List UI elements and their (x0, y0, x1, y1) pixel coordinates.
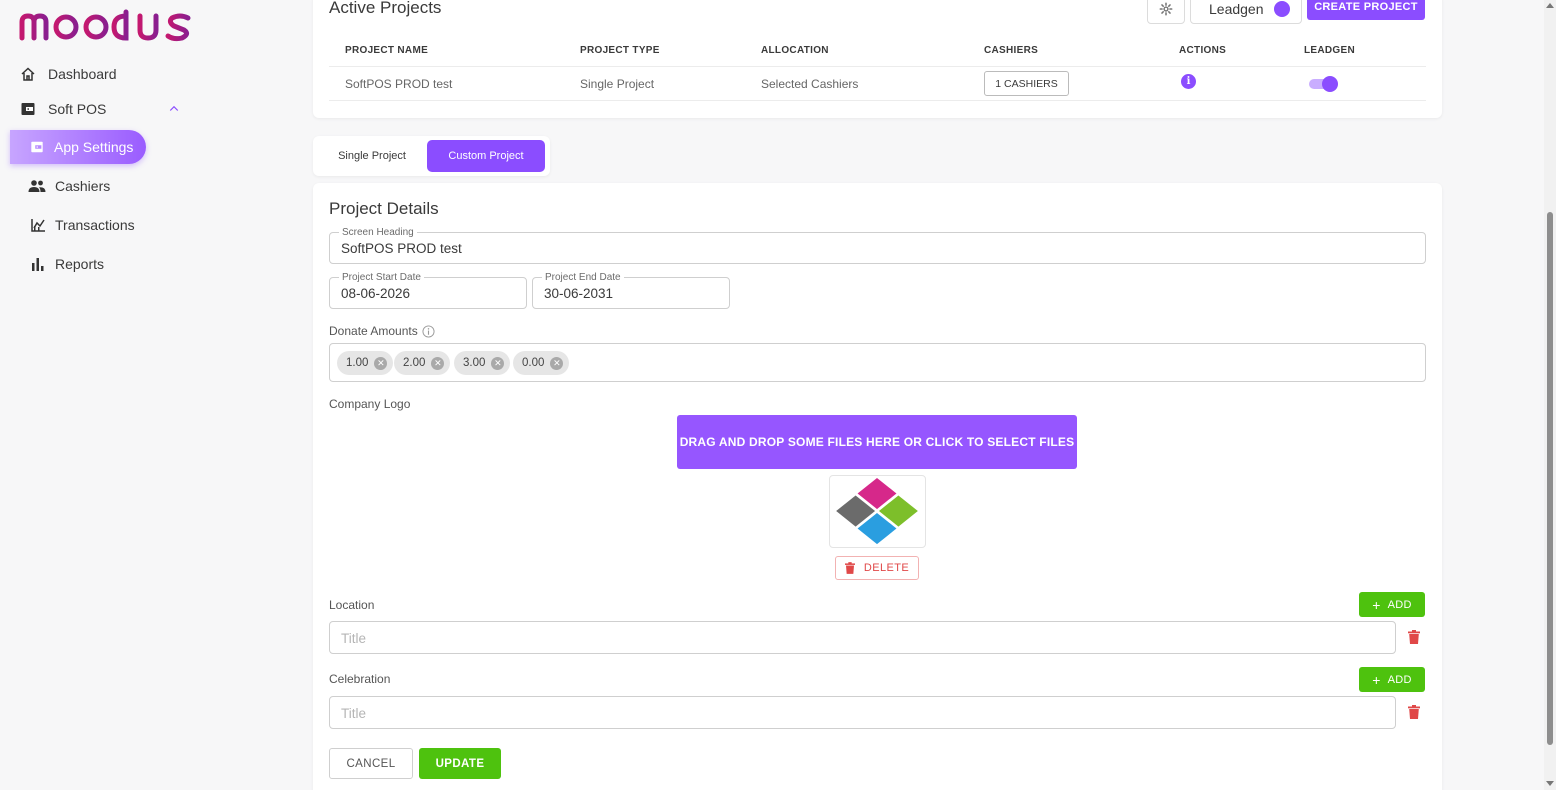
cashiers-count-button[interactable]: 1 CASHIERS (984, 71, 1069, 96)
project-details-title: Project Details (329, 199, 439, 218)
company-logo-preview (829, 475, 926, 548)
add-celebration-button[interactable]: + ADD (1359, 667, 1425, 692)
project-start-date-field[interactable]: Project Start Date 08-06-2026 (329, 272, 527, 309)
trash-icon (844, 562, 855, 574)
vertical-scrollbar[interactable] (1544, 0, 1556, 790)
donate-chip: 1.00 ✕ (337, 351, 394, 375)
add-location-button[interactable]: + ADD (1359, 592, 1425, 617)
tab-custom-project[interactable]: Custom Project (427, 140, 545, 172)
start-date-value: 08-06-2026 (341, 286, 411, 301)
column-header-cashiers: CASHIERS (984, 45, 1039, 56)
chip-remove-icon[interactable]: ✕ (550, 356, 564, 370)
donate-amounts-label-row: Donate Amounts (329, 324, 435, 338)
plus-icon: + (1372, 671, 1381, 688)
people-icon (28, 180, 46, 192)
file-dropzone[interactable]: DRAG AND DROP SOME FILES HERE OR CLICK T… (677, 415, 1077, 469)
sidebar: Dashboard Soft POS App Settings Cashiers… (0, 0, 300, 790)
trash-icon[interactable] (1408, 705, 1420, 719)
transactions-icon (31, 219, 45, 232)
gear-icon (1159, 2, 1173, 16)
project-end-date-field[interactable]: Project End Date 30-06-2031 (532, 272, 730, 309)
add-label: ADD (1387, 673, 1412, 686)
donate-amounts-field[interactable]: 1.00 ✕ 2.00 ✕ 3.00 ✕ 0.00 ✕ (329, 343, 1426, 382)
leadgen-label: Leadgen (1209, 1, 1264, 17)
home-icon (21, 67, 35, 81)
column-header-actions: ACTIONS (1179, 45, 1227, 56)
table-divider (329, 100, 1426, 101)
wallet-icon (21, 103, 35, 115)
location-placeholder: Title (341, 631, 367, 646)
create-project-button[interactable]: CREATE PROJECT (1307, 0, 1425, 20)
bar-chart-icon (32, 258, 44, 271)
chevron-up-icon[interactable] (168, 103, 180, 115)
allocation-cell: Selected Cashiers (761, 77, 859, 91)
chip-remove-icon[interactable]: ✕ (491, 356, 505, 370)
screen-heading-field[interactable]: Screen Heading SoftPOS PROD test (329, 227, 1426, 264)
sidebar-item-label: Dashboard (48, 66, 117, 82)
sidebar-item-label: App Settings (54, 139, 134, 155)
update-button[interactable]: UPDATE (419, 748, 501, 779)
donate-amounts-label: Donate Amounts (329, 324, 418, 338)
cancel-button[interactable]: CANCEL (329, 748, 413, 779)
screen-heading-label: Screen Heading (339, 227, 417, 238)
celebration-placeholder: Title (341, 706, 367, 721)
leadgen-toggle-button[interactable]: Leadgen (1190, 0, 1302, 24)
column-header-project-type: PROJECT TYPE (580, 45, 660, 56)
scroll-down-arrow-icon[interactable] (1546, 781, 1554, 786)
sidebar-item-label: Transactions (55, 217, 135, 233)
sidebar-item-reports[interactable]: Reports (30, 256, 104, 272)
sidebar-item-dashboard[interactable]: Dashboard (20, 66, 117, 82)
column-header-project-name: PROJECT NAME (345, 45, 429, 56)
sidebar-item-label: Cashiers (55, 178, 111, 194)
chip-remove-icon[interactable]: ✕ (374, 356, 388, 370)
settings-button[interactable] (1147, 0, 1185, 24)
project-type-tabs: Single Project Custom Project (313, 136, 550, 176)
celebration-title-input[interactable]: Title (329, 696, 1396, 729)
add-label: ADD (1387, 598, 1412, 611)
delete-label: DELETE (863, 562, 910, 574)
tab-single-project[interactable]: Single Project (321, 140, 423, 172)
donate-chip: 0.00 ✕ (513, 351, 570, 375)
sidebar-item-label: Reports (55, 256, 105, 272)
column-header-allocation: ALLOCATION (761, 45, 829, 56)
delete-logo-button[interactable]: DELETE (835, 556, 919, 580)
donate-chip: 2.00 ✕ (394, 351, 451, 375)
row-leadgen-toggle[interactable] (1309, 76, 1338, 92)
plus-icon: + (1372, 596, 1381, 613)
chip-remove-icon[interactable]: ✕ (431, 356, 445, 370)
sidebar-item-soft-pos[interactable]: Soft POS (20, 101, 192, 117)
table-divider (329, 66, 1426, 67)
company-logo-label: Company Logo (329, 397, 411, 411)
start-date-label: Project Start Date (339, 272, 424, 283)
location-label: Location (329, 598, 375, 612)
info-outline-icon[interactable] (422, 324, 435, 338)
leadgen-toggle[interactable] (1273, 1, 1291, 17)
trash-icon[interactable] (1408, 630, 1420, 644)
screen-heading-value: SoftPOS PROD test (341, 241, 462, 256)
end-date-label: Project End Date (542, 272, 624, 283)
scroll-up-arrow-icon[interactable] (1546, 3, 1554, 8)
moodus-logo[interactable] (18, 8, 198, 44)
column-header-leadgen: LEADGEN (1304, 45, 1355, 56)
donate-chip: 3.00 ✕ (454, 351, 511, 375)
scroll-thumb[interactable] (1547, 212, 1553, 745)
project-name-cell: SoftPOS PROD test (345, 77, 453, 91)
wallet-icon (31, 141, 43, 153)
location-title-input[interactable]: Title (329, 621, 1396, 654)
end-date-value: 30-06-2031 (544, 286, 614, 301)
sidebar-item-label: Soft POS (48, 101, 107, 117)
project-type-cell: Single Project (580, 77, 655, 91)
active-projects-title: Active Projects (329, 0, 442, 17)
celebration-label: Celebration (329, 672, 391, 686)
info-icon[interactable]: i (1181, 74, 1196, 89)
sidebar-item-app-settings[interactable]: App Settings (10, 130, 146, 164)
sidebar-item-cashiers[interactable]: Cashiers (28, 178, 110, 194)
company-logo-image (836, 477, 918, 545)
sidebar-item-transactions[interactable]: Transactions (30, 217, 135, 233)
